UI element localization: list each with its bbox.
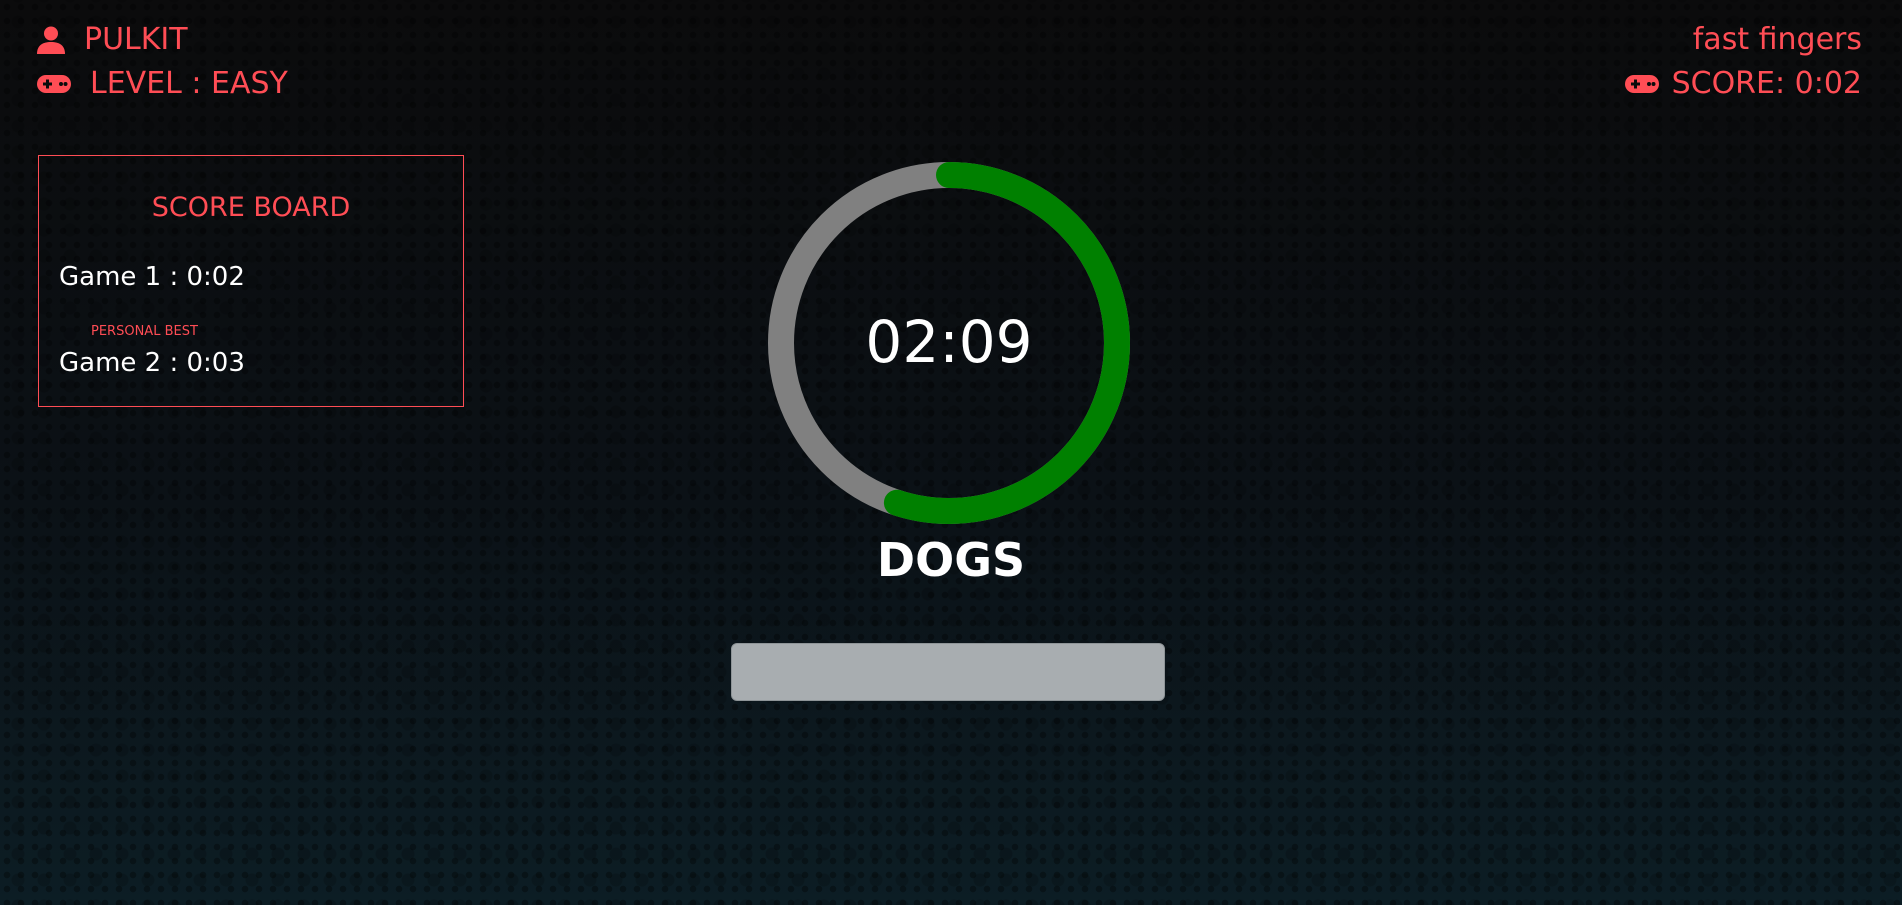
countdown-timer: 02:09 xyxy=(764,158,1134,528)
score-board-row: Game 1 : 0:02 xyxy=(59,262,245,292)
gamepad-icon xyxy=(37,74,71,93)
score-board-panel: SCORE BOARD Game 1 : 0:02 PERSONAL BEST … xyxy=(38,155,464,407)
personal-best-label: PERSONAL BEST xyxy=(91,324,198,339)
gamepad-icon xyxy=(1624,74,1659,93)
timer-readout: 02:09 xyxy=(865,308,1033,376)
game-title: fast fingers xyxy=(1692,22,1862,57)
level-display: LEVEL : EASY xyxy=(36,66,288,101)
level-label: LEVEL : EASY xyxy=(90,66,288,101)
score-label: SCORE: 0:02 xyxy=(1671,66,1862,101)
score-board-title: SCORE BOARD xyxy=(151,192,351,223)
score-display: SCORE: 0:02 xyxy=(1624,66,1862,101)
word-input[interactable] xyxy=(731,643,1165,701)
score-board-row: Game 2 : 0:03 xyxy=(59,348,245,378)
current-word: DOGS xyxy=(876,533,1026,587)
player-name: PULKIT xyxy=(84,22,188,57)
user-icon xyxy=(37,26,65,54)
player-name-display: PULKIT xyxy=(36,22,188,57)
game-title-display: fast fingers xyxy=(1693,22,1862,57)
